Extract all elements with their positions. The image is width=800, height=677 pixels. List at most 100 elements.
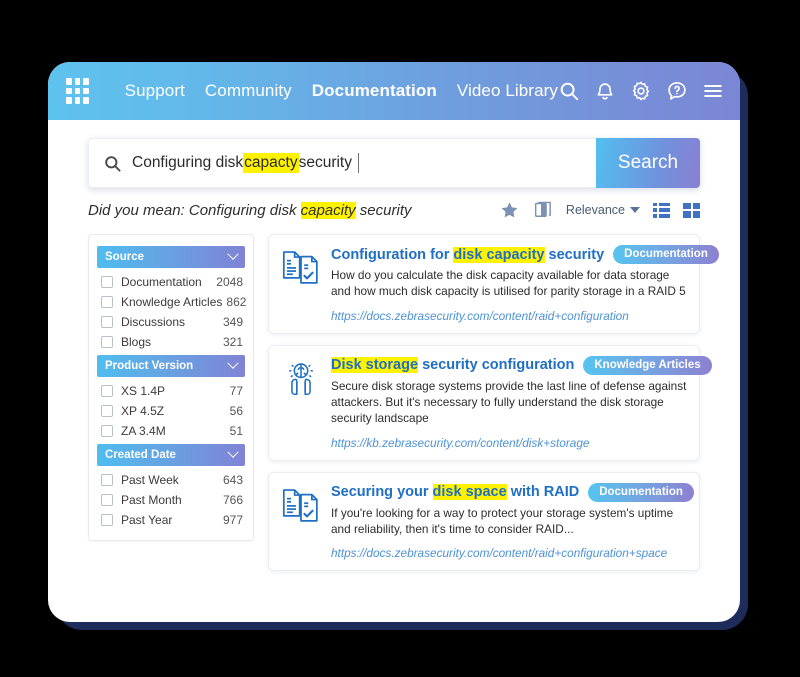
facet-title: Product Version <box>105 360 194 372</box>
facet-item-discussions[interactable]: Discussions 349 <box>89 312 253 332</box>
facet-item-past-week[interactable]: Past Week 643 <box>89 470 253 490</box>
result-description: If you're looking for a way to protect y… <box>331 505 674 536</box>
search-area: Configuring disk capacty security Search <box>48 120 740 188</box>
facet-label: Knowledge Articles <box>121 295 223 309</box>
screenshot-stage: Support Community Documentation Video Li… <box>0 0 800 677</box>
grid-view-icon[interactable] <box>683 202 700 218</box>
result-description: Secure disk storage systems provide the … <box>331 378 687 425</box>
facet-label: XP 4.5Z <box>121 404 165 418</box>
facet-count: 321 <box>222 335 243 349</box>
nav-item-community[interactable]: Community <box>205 81 292 101</box>
facet-count: 977 <box>222 513 243 527</box>
result-title[interactable]: Securing your disk space with RAID <box>331 484 579 501</box>
facet-count: 349 <box>222 315 243 329</box>
facet-label: ZA 3.4M <box>121 424 166 438</box>
search-button[interactable]: Search <box>596 138 700 188</box>
search-row: Configuring disk capacty security Search <box>88 138 700 188</box>
facet-header-product-version[interactable]: Product Version <box>97 355 245 377</box>
dym-suffix: security <box>355 201 412 219</box>
facet-item-xp-45z[interactable]: XP 4.5Z 56 <box>89 401 253 421</box>
search-icon <box>105 155 121 172</box>
facet-item-xs-14p[interactable]: XS 1.4P 77 <box>89 381 253 401</box>
bell-icon[interactable] <box>594 80 616 102</box>
sort-dropdown[interactable]: Relevance <box>566 203 640 217</box>
result-card[interactable]: Securing your disk space with RAID Docum… <box>268 471 700 572</box>
dym-prefix: Did you mean: Configuring disk <box>88 201 301 219</box>
facet-count: 56 <box>229 404 243 418</box>
title-highlight: disk space <box>432 484 507 501</box>
gear-icon[interactable] <box>630 80 652 102</box>
result-title-row: Disk storage security configuration Know… <box>331 355 712 375</box>
result-url[interactable]: https://kb.zebrasecurity.com/content/dis… <box>331 436 687 450</box>
facet-label: Blogs <box>121 335 152 349</box>
checkbox[interactable] <box>101 494 113 506</box>
star-icon[interactable] <box>499 200 520 220</box>
facet-item-za-34m[interactable]: ZA 3.4M 51 <box>89 421 253 441</box>
search-input[interactable]: Configuring disk capacty security <box>88 138 596 188</box>
main-nav: Support Community Documentation Video Li… <box>125 81 558 101</box>
facet-header-source[interactable]: Source <box>97 246 245 268</box>
grid-apps-icon[interactable] <box>66 78 89 104</box>
facet-count: 51 <box>229 424 243 438</box>
facet-count: 766 <box>222 493 243 507</box>
did-you-mean-row: Did you mean: Configuring disk capacity … <box>48 188 740 220</box>
nav-item-documentation[interactable]: Documentation <box>312 81 437 101</box>
checkbox[interactable] <box>101 316 113 328</box>
brain-in-hands-icon <box>281 356 321 450</box>
facet-label: Past Month <box>121 493 182 507</box>
checkbox[interactable] <box>101 296 113 308</box>
result-url[interactable]: https://docs.zebrasecurity.com/content/r… <box>331 546 687 560</box>
result-card[interactable]: Disk storage security configuration Know… <box>268 344 712 461</box>
search-icon[interactable] <box>558 80 580 102</box>
help-icon[interactable] <box>666 80 688 102</box>
facet-header-created-date[interactable]: Created Date <box>97 444 245 466</box>
title-highlight: disk capacity <box>453 246 545 263</box>
status-badge: Knowledge Articles <box>583 355 712 375</box>
list-view-icon[interactable] <box>653 202 670 218</box>
checkbox[interactable] <box>101 276 113 288</box>
facet-item-documentation[interactable]: Documentation 2048 <box>89 272 253 292</box>
checkbox[interactable] <box>101 385 113 397</box>
checkbox[interactable] <box>101 336 113 348</box>
chevron-down-icon <box>227 248 239 260</box>
facet-label: Documentation <box>121 275 202 289</box>
checkbox[interactable] <box>101 514 113 526</box>
checkbox[interactable] <box>101 405 113 417</box>
search-query-text: Configuring disk capacty security <box>132 153 359 173</box>
nav-item-video-library[interactable]: Video Library <box>457 81 558 101</box>
result-description: How do you calculate the disk capacity a… <box>331 268 686 298</box>
facet-item-past-year[interactable]: Past Year 977 <box>89 510 253 530</box>
result-url[interactable]: https://docs.zebrasecurity.com/content/r… <box>331 309 687 323</box>
result-card[interactable]: Configuration for disk capacity security… <box>268 234 719 334</box>
facet-item-blogs[interactable]: Blogs 321 <box>89 332 253 352</box>
title-highlight: Disk storage <box>331 357 419 374</box>
text-cursor <box>357 153 359 173</box>
facet-title: Source <box>105 251 144 263</box>
facet-count: 862 <box>226 295 247 309</box>
copy-pages-icon[interactable] <box>533 200 553 220</box>
search-query-suffix: security <box>298 154 352 171</box>
result-title[interactable]: Configuration for disk capacity security <box>331 246 604 263</box>
dym-correction: capacity <box>300 201 356 219</box>
title-prefix: Configuration for <box>331 246 454 263</box>
facet-item-knowledge-articles[interactable]: Knowledge Articles 862 <box>89 292 253 312</box>
facet-title: Created Date <box>105 449 176 461</box>
sort-label: Relevance <box>565 203 625 217</box>
result-title[interactable]: Disk storage security configuration <box>331 357 574 374</box>
facet-label: Past Year <box>121 513 173 527</box>
search-query-prefix: Configuring disk <box>132 154 244 171</box>
hamburger-icon[interactable] <box>702 80 724 102</box>
checkbox[interactable] <box>101 474 113 486</box>
facet-label: Past Week <box>121 473 179 487</box>
did-you-mean-suggestion[interactable]: Did you mean: Configuring disk capacity … <box>88 201 412 219</box>
facet-sidebar: Source Documentation 2048 Knowledge Arti… <box>88 234 254 541</box>
results-list: Configuration for disk capacity security… <box>268 234 719 606</box>
top-navigation-bar: Support Community Documentation Video Li… <box>48 62 740 120</box>
chevron-down-icon <box>227 446 239 458</box>
facet-item-past-month[interactable]: Past Month 766 <box>89 490 253 510</box>
nav-item-support[interactable]: Support <box>125 81 185 101</box>
status-badge: Documentation <box>588 482 694 502</box>
result-body: Disk storage security configuration Know… <box>331 355 712 450</box>
checkbox[interactable] <box>101 425 113 437</box>
facet-count: 643 <box>222 473 243 487</box>
